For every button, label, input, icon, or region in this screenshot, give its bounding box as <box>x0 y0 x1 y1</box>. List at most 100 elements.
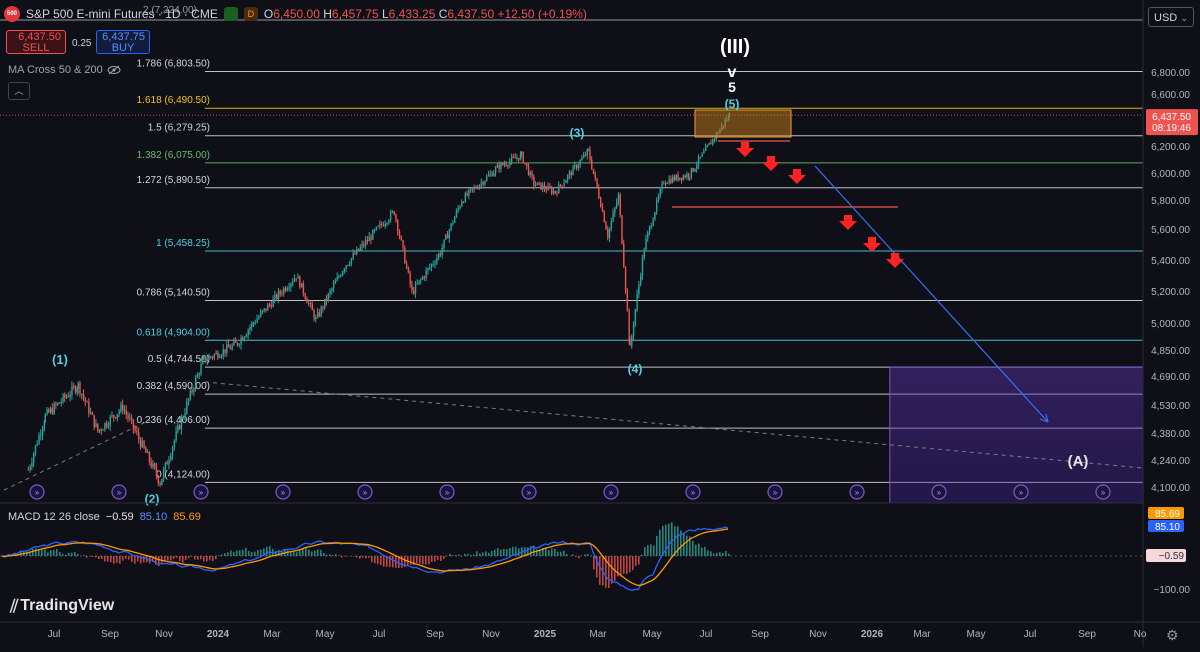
candle-body <box>290 283 291 287</box>
macd-signal-tag-value: 85.69 <box>1155 509 1180 520</box>
wave-label: (A) <box>1068 453 1089 470</box>
candle-body <box>168 460 169 464</box>
candle-body <box>285 288 286 290</box>
buy-button[interactable]: 6,437.75 BUY <box>96 30 150 54</box>
macd-histogram-bar <box>632 556 634 570</box>
macd-histogram-bar <box>566 554 568 556</box>
candle-body <box>287 289 288 291</box>
macd-histogram-bar <box>653 546 655 556</box>
macd-histogram-bar <box>650 545 652 556</box>
candle-body <box>426 271 427 278</box>
candle-body <box>679 178 680 180</box>
settings-gear-icon[interactable]: ⚙ <box>1166 627 1179 644</box>
collapse-legend-button[interactable]: ︿ <box>8 82 30 100</box>
macd-histogram-bar <box>362 556 364 557</box>
candle-body <box>265 308 266 310</box>
macd-histogram-bar <box>686 536 688 556</box>
macd-legend[interactable]: MACD 12 26 close −0.59 85.10 85.69 <box>8 511 201 523</box>
currency-select[interactable]: USD ⌄ <box>1148 7 1194 27</box>
event-marker-glyph: » <box>199 488 204 497</box>
macd-histogram-bar <box>710 551 712 556</box>
candle-body <box>37 444 38 445</box>
delayed-data-badge: D <box>244 7 258 21</box>
candle-body <box>689 177 690 178</box>
down-arrow-icon <box>788 169 806 184</box>
candle-body <box>159 483 160 485</box>
macd-histogram-bar <box>455 555 457 556</box>
candle-body <box>589 149 590 159</box>
candle-body <box>129 418 130 419</box>
candle-body <box>556 193 557 194</box>
candle-body <box>651 226 652 227</box>
candle-body <box>179 425 180 429</box>
candle-body <box>645 239 646 250</box>
candle-body <box>465 193 466 202</box>
macd-histogram-bar <box>563 551 565 556</box>
tradingview-logo[interactable]: ⧸⧸ TradingView <box>10 597 114 615</box>
chart-area[interactable]: 2 (7,224.00)1.786 (6,803.50)1.618 (6,490… <box>0 0 1200 647</box>
candle-body <box>158 476 159 483</box>
candle-body <box>59 403 60 404</box>
candle-body <box>271 305 272 307</box>
symbol-header: 500 S&P 500 E-mini Futures · 1D · CME D … <box>4 6 587 22</box>
event-marker-glyph: » <box>937 488 942 497</box>
candle-body <box>272 299 273 307</box>
candle-body <box>57 403 58 405</box>
macd-histogram-bar <box>647 545 649 556</box>
candle-body <box>54 404 55 414</box>
macd-histogram-bar <box>701 548 703 556</box>
macd-histogram-bar <box>353 556 355 557</box>
macd-histogram-bar <box>374 556 376 563</box>
candle-body <box>596 178 597 187</box>
macd-histogram-bar <box>68 553 70 556</box>
event-marker-glyph: » <box>117 488 122 497</box>
macd-histogram-bar <box>86 556 88 558</box>
eye-off-icon[interactable] <box>107 65 121 75</box>
event-marker-glyph: » <box>445 488 450 497</box>
candle-body <box>595 174 596 179</box>
candle-body <box>212 357 213 358</box>
macd-histogram-bar <box>257 550 259 556</box>
candle-body <box>90 413 91 414</box>
candle-body <box>97 423 98 431</box>
symbol-logo-icon[interactable]: 500 <box>4 6 20 22</box>
macd-histogram-bar <box>551 548 553 556</box>
trend-line-lower <box>4 420 150 490</box>
time-tick-label: No <box>1134 629 1147 640</box>
candle-body <box>108 426 109 427</box>
candle-body <box>207 359 208 361</box>
macd-histogram-bar <box>329 554 331 556</box>
macd-histogram-bar <box>227 552 229 556</box>
sell-button[interactable]: 6,437.50 SELL <box>6 30 66 54</box>
candle-body <box>524 163 525 164</box>
price-chart[interactable]: 2 (7,224.00)1.786 (6,803.50)1.618 (6,490… <box>0 0 1200 647</box>
candle-body <box>135 429 136 431</box>
symbol-title[interactable]: S&P 500 E-mini Futures · 1D · CME <box>26 7 218 21</box>
macd-histogram-bar <box>608 556 610 588</box>
candle-body <box>424 277 425 278</box>
down-arrow-icon <box>863 237 881 252</box>
candle-body <box>296 278 297 279</box>
candle-body <box>303 283 304 294</box>
macd-histogram-bar <box>692 541 694 556</box>
indicator-legend[interactable]: MA Cross 50 & 200 <box>8 64 121 76</box>
candle-body <box>183 417 184 418</box>
candle-body <box>228 344 229 347</box>
macd-histogram-bar <box>221 555 223 556</box>
macd-histogram-bar <box>101 556 103 559</box>
candle-body <box>140 439 141 447</box>
candle-body <box>488 175 489 177</box>
candle-body <box>658 196 659 200</box>
macd-histogram-bar <box>722 553 724 556</box>
macd-histogram-bar <box>239 550 241 556</box>
candle-body <box>605 222 606 229</box>
high-value: 6,457.75 <box>332 7 379 21</box>
down-arrow-icon <box>762 156 780 171</box>
macd-histogram-bar <box>167 556 169 560</box>
macd-hist-tag-value: −0.59 <box>1159 551 1185 562</box>
time-tick-label: Mar <box>589 629 607 640</box>
candle-body <box>642 257 643 276</box>
candle-body <box>64 395 65 398</box>
chevron-down-icon: ⌄ <box>1180 8 1188 28</box>
macd-line-tag-value: 85.10 <box>1155 522 1180 533</box>
